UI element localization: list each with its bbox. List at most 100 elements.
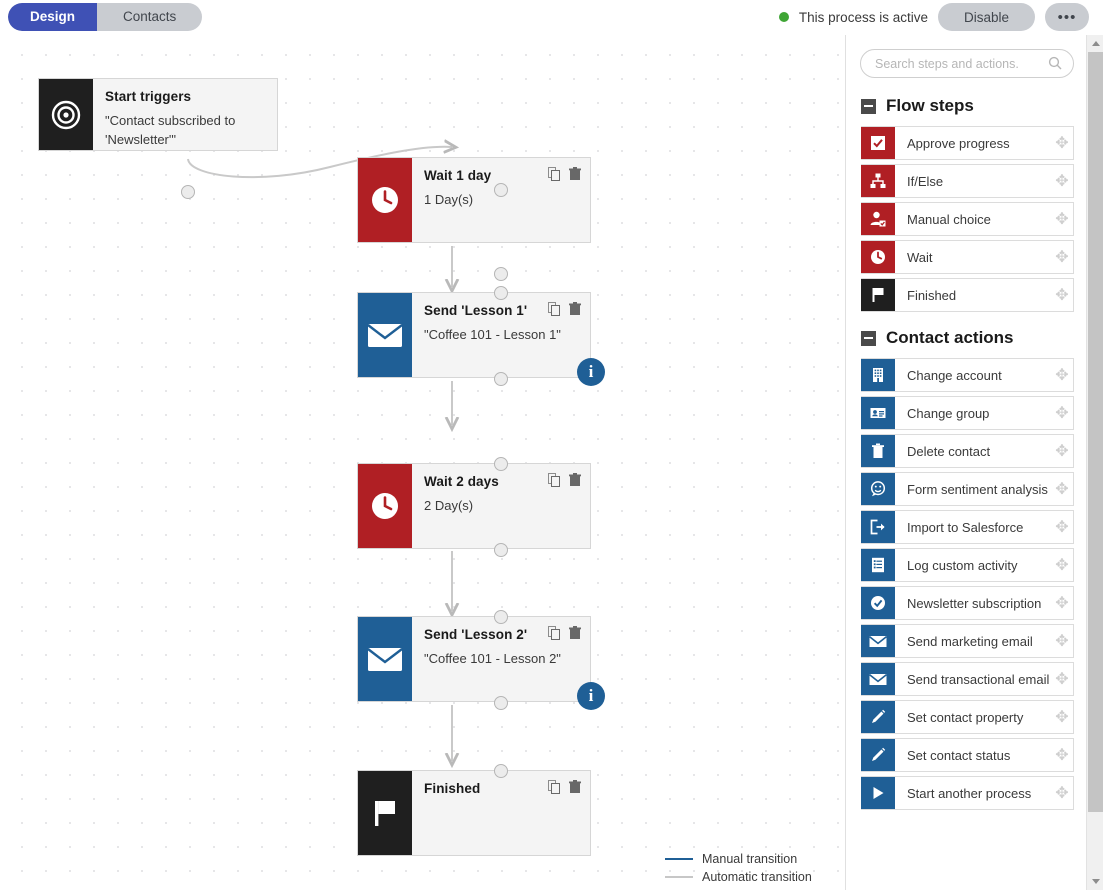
port-lesson1-in[interactable]: [494, 286, 508, 300]
copy-icon[interactable]: [548, 473, 561, 487]
sidebar-item-approve-progress[interactable]: Approve progress ✥: [861, 126, 1074, 160]
clock-icon: [861, 241, 895, 273]
info-badge-lesson-2[interactable]: i: [577, 682, 605, 710]
envelope-icon: [358, 617, 412, 701]
collapse-minus-icon[interactable]: [861, 98, 876, 114]
sidebar-item-change-group[interactable]: Change group ✥: [861, 396, 1074, 430]
sidebar-item-label: If/Else: [907, 173, 944, 189]
disable-button[interactable]: Disable: [937, 3, 1035, 31]
node-start-triggers[interactable]: Start triggers "Contact subscribed to 'N…: [38, 78, 278, 151]
steps-sidebar: Flow steps Approve progress ✥: [845, 35, 1103, 890]
drag-handle-icon[interactable]: ✥: [1051, 555, 1073, 575]
sidebar-item-set-contact-property[interactable]: Set contact property ✥: [861, 700, 1074, 734]
tab-design[interactable]: Design: [8, 3, 98, 31]
pencil-icon: [861, 701, 895, 733]
port-wait1-out[interactable]: [494, 267, 508, 281]
node-body: Wait 2 days 2 Day(s): [412, 464, 590, 548]
sidebar-item-log-custom-activity[interactable]: Log custom activity ✥: [861, 548, 1074, 582]
sidebar-item-label: Newsletter subscription: [907, 595, 1042, 611]
port-wait1-in[interactable]: [494, 183, 508, 197]
sidebar-item-newsletter-subscription[interactable]: Newsletter subscription ✥: [861, 586, 1074, 620]
list-doc-icon: [861, 549, 895, 581]
sidebar-item-label: Set contact status: [907, 747, 1011, 763]
status-dot-icon: [778, 12, 789, 22]
sidebar-item-wait[interactable]: Wait ✥: [861, 240, 1074, 274]
drag-handle-icon[interactable]: ✥: [1051, 247, 1073, 267]
copy-icon[interactable]: [548, 780, 561, 794]
transition-legend: Manual transition Automatic transition: [665, 850, 812, 886]
sidebar-item-change-account[interactable]: Change account ✥: [861, 358, 1074, 392]
node-subtitle: "Contact subscribed to 'Newsletter'": [105, 113, 236, 147]
port-start-out[interactable]: [181, 185, 195, 199]
trash-icon[interactable]: [569, 302, 581, 316]
sidebar-item-set-contact-status[interactable]: Set contact status ✥: [861, 738, 1074, 772]
smiley-icon: [861, 473, 895, 505]
sidebar-item-finished[interactable]: Finished ✥: [861, 278, 1074, 312]
sidebar-item-label: Wait: [907, 249, 933, 265]
port-wait2-out[interactable]: [494, 543, 508, 557]
drag-handle-icon[interactable]: ✥: [1051, 707, 1073, 727]
clock-icon: [358, 158, 412, 242]
sidebar-item-start-another-process[interactable]: Start another process ✥: [861, 776, 1074, 810]
sidebar-item-label: Send transactional email: [907, 671, 1050, 687]
drag-handle-icon[interactable]: ✥: [1051, 403, 1073, 423]
node-finished[interactable]: Finished: [357, 770, 591, 856]
envelope-icon: [861, 663, 895, 695]
port-lesson1-out[interactable]: [494, 372, 508, 386]
drag-handle-icon[interactable]: ✥: [1051, 479, 1073, 499]
trash-icon[interactable]: [569, 780, 581, 794]
drag-handle-icon[interactable]: ✥: [1051, 593, 1073, 613]
scroll-up-button[interactable]: [1087, 35, 1103, 52]
drag-handle-icon[interactable]: ✥: [1051, 365, 1073, 385]
scroll-down-button[interactable]: [1087, 873, 1103, 890]
tab-contacts[interactable]: Contacts: [97, 3, 202, 31]
copy-icon[interactable]: [548, 167, 561, 181]
drag-handle-icon[interactable]: ✥: [1051, 745, 1073, 765]
node-wait-2-days[interactable]: Wait 2 days 2 Day(s): [357, 463, 591, 549]
drag-handle-icon[interactable]: ✥: [1051, 133, 1073, 153]
sidebar-item-manual-choice[interactable]: Manual choice ✥: [861, 202, 1074, 236]
drag-handle-icon[interactable]: ✥: [1051, 669, 1073, 689]
port-lesson2-in[interactable]: [494, 610, 508, 624]
scrollbar-thumb[interactable]: [1088, 52, 1103, 812]
collapse-minus-icon[interactable]: [861, 330, 876, 346]
drag-handle-icon[interactable]: ✥: [1051, 517, 1073, 537]
group-title: Flow steps: [886, 96, 974, 115]
drag-handle-icon[interactable]: ✥: [1051, 285, 1073, 305]
node-send-lesson-2[interactable]: Send 'Lesson 2' "Coffee 101 - Lesson 2": [357, 616, 591, 702]
more-options-button[interactable]: •••: [1045, 3, 1089, 31]
sidebar-item-label: Import to Salesforce: [907, 519, 1024, 535]
sidebar-item-label: Start another process: [907, 785, 1032, 801]
trash-icon[interactable]: [569, 473, 581, 487]
sidebar-item-label: Send marketing email: [907, 633, 1033, 649]
sidebar-item-form-sentiment-analysis[interactable]: Form sentiment analysis ✥: [861, 472, 1074, 506]
drag-handle-icon[interactable]: ✥: [1051, 441, 1073, 461]
port-finished-in[interactable]: [494, 764, 508, 778]
legend-item-automatic: Automatic transition: [665, 868, 812, 886]
port-lesson2-out[interactable]: [494, 696, 508, 710]
search-icon[interactable]: [1048, 56, 1062, 75]
copy-icon[interactable]: [548, 626, 561, 640]
sidebar-item-send-transactional-email[interactable]: Send transactional email ✥: [861, 662, 1074, 696]
drag-handle-icon[interactable]: ✥: [1051, 209, 1073, 229]
trash-icon[interactable]: [569, 626, 581, 640]
sidebar-item-send-marketing-email[interactable]: Send marketing email ✥: [861, 624, 1074, 658]
sidebar-item-label: Set contact property: [907, 709, 1024, 725]
vertical-scrollbar[interactable]: [1086, 35, 1103, 890]
drag-handle-icon[interactable]: ✥: [1051, 171, 1073, 191]
drag-handle-icon[interactable]: ✥: [1051, 631, 1073, 651]
sidebar-item-if-else[interactable]: If/Else ✥: [861, 164, 1074, 198]
top-bar: Design Contacts This process is active D…: [0, 0, 1103, 35]
search-input[interactable]: [860, 49, 1074, 78]
trash-icon[interactable]: [569, 167, 581, 181]
sidebar-item-delete-contact[interactable]: Delete contact ✥: [861, 434, 1074, 468]
sidebar-item-import-to-salesforce[interactable]: Import to Salesforce ✥: [861, 510, 1074, 544]
drag-handle-icon[interactable]: ✥: [1051, 783, 1073, 803]
flow-canvas[interactable]: Start triggers "Contact subscribed to 'N…: [0, 35, 845, 890]
copy-icon[interactable]: [548, 302, 561, 316]
port-wait2-in[interactable]: [494, 457, 508, 471]
node-send-lesson-1[interactable]: Send 'Lesson 1' "Coffee 101 - Lesson 1": [357, 292, 591, 378]
node-wait-1-day[interactable]: Wait 1 day 1 Day(s): [357, 157, 591, 243]
clock-icon: [358, 464, 412, 548]
info-badge-lesson-1[interactable]: i: [577, 358, 605, 386]
